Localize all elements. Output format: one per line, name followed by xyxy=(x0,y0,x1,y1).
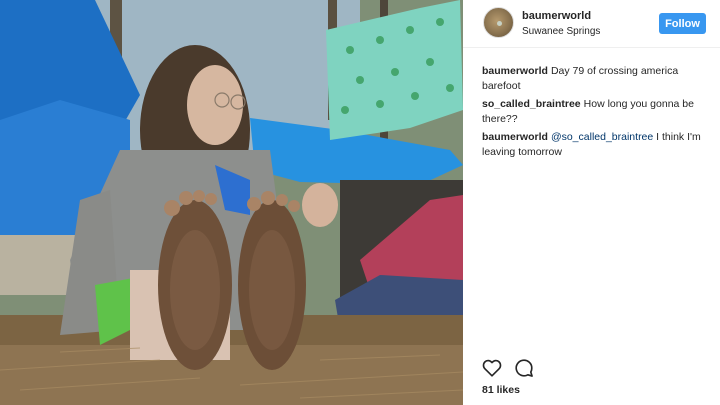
comment-mention[interactable]: @so_called_braintree xyxy=(551,131,653,143)
likes-count[interactable]: 81 likes xyxy=(482,384,520,396)
heart-icon[interactable] xyxy=(481,357,503,379)
follow-button[interactable]: Follow xyxy=(659,13,706,34)
comment-author[interactable]: baumerworld xyxy=(482,65,548,77)
header-username[interactable]: baumerworld xyxy=(522,10,591,22)
post-actions xyxy=(481,357,561,379)
comment-author[interactable]: baumerworld xyxy=(482,131,548,143)
photo-illustration xyxy=(0,0,463,405)
comment-author[interactable]: so_called_braintree xyxy=(482,98,581,110)
comment-item: baumerworld @so_called_braintree I think … xyxy=(482,130,712,160)
avatar[interactable] xyxy=(483,7,514,38)
header-location[interactable]: Suwanee Springs xyxy=(522,26,600,37)
comments-list: baumerworld Day 79 of crossing america ba… xyxy=(482,64,712,160)
comment-item: so_called_braintree How long you gonna be… xyxy=(482,97,712,127)
avatar-dot xyxy=(497,21,502,26)
post-side-panel: baumerworld Suwanee Springs Follow baume… xyxy=(463,0,720,405)
comment-item: baumerworld Day 79 of crossing america ba… xyxy=(482,64,712,94)
post-photo[interactable] xyxy=(0,0,463,405)
post-header: baumerworld Suwanee Springs Follow xyxy=(463,0,720,48)
comment-bubble-icon[interactable] xyxy=(513,357,535,379)
